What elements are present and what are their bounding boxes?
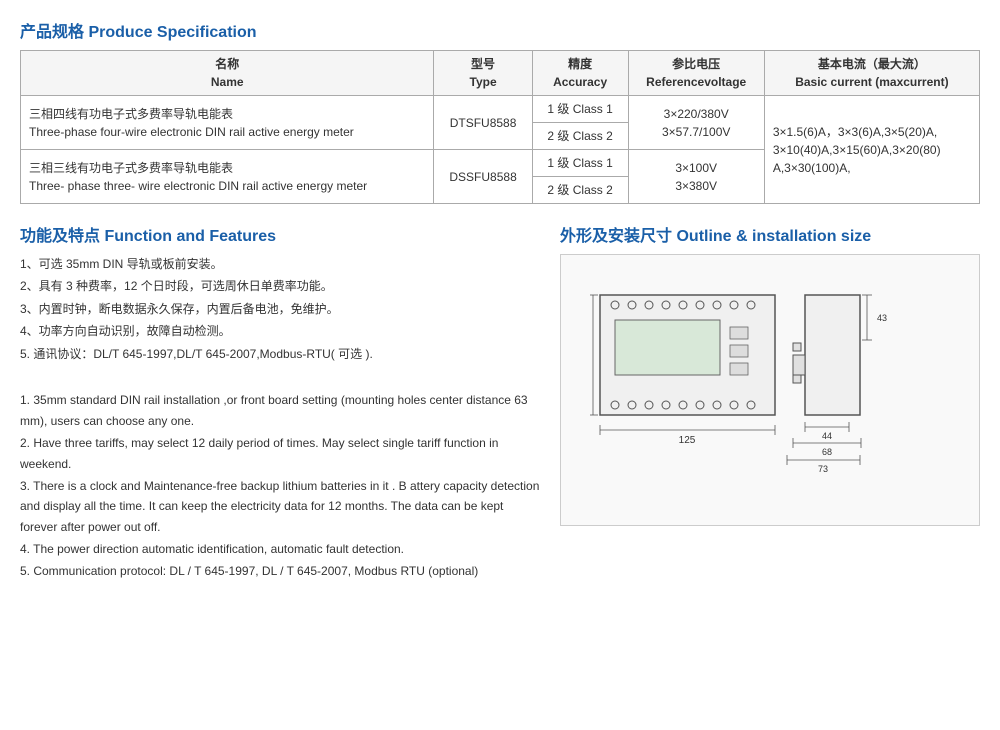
outline-diagram: 125 88 35: [560, 254, 980, 526]
svg-text:73: 73: [818, 464, 828, 474]
spec-title-en: Produce Specification: [88, 24, 256, 41]
bottom-section: 功能及特点 Function and Features 1、可选 35mm DI…: [20, 222, 980, 586]
voltage-2: 3×100V3×380V: [628, 150, 764, 204]
features-title: 功能及特点 Function and Features: [20, 222, 540, 246]
outline-col: 外形及安装尺寸 Outline & installation size: [560, 222, 980, 586]
accuracy-1a: 1 级 Class 1: [532, 96, 628, 123]
feature-en-1: 1. 35mm standard DIN rail installation ,…: [20, 390, 540, 431]
features-text: 1、可选 35mm DIN 导轨或板前安装。 2、具有 3 种费率，12 个日时…: [20, 254, 540, 582]
svg-text:125: 125: [679, 435, 696, 446]
outline-title: 外形及安装尺寸 Outline & installation size: [560, 222, 980, 246]
table-row: 三相四线有功电子式多费率导轨电能表 Three-phase four-wire …: [21, 96, 980, 123]
features-zh: 1、可选 35mm DIN 导轨或板前安装。 2、具有 3 种费率，12 个日时…: [20, 254, 540, 364]
model-1: DTSFU8588: [434, 96, 532, 150]
feature-zh-5: 5. 通讯协议：DL/T 645-1997,DL/T 645-2007,Modb…: [20, 344, 540, 364]
svg-text:88: 88: [590, 355, 592, 365]
feature-zh-3: 3、内置时钟，断电数据永久保存，内置后备电池，免维护。: [20, 299, 540, 319]
front-view: 125 88 35: [590, 295, 775, 446]
product-name-2: 三相三线有功电子式多费率导轨电能表 Three- phase three- wi…: [21, 150, 434, 204]
spec-title: 产品规格 Produce Specification: [20, 18, 980, 42]
feature-zh-4: 4、功率方向自动识别，故障自动检测。: [20, 321, 540, 341]
outline-title-en: Outline & installation size: [676, 228, 871, 245]
feature-zh-1: 1、可选 35mm DIN 导轨或板前安装。: [20, 254, 540, 274]
svg-text:68: 68: [822, 447, 832, 457]
accuracy-2b: 2 级 Class 2: [532, 177, 628, 204]
accuracy-2a: 1 级 Class 1: [532, 150, 628, 177]
voltage-1: 3×220/380V3×57.7/100V: [628, 96, 764, 150]
svg-text:44: 44: [822, 431, 832, 441]
svg-text:43: 43: [877, 313, 887, 323]
col-current-header: 基本电流（最大流） Basic current (maxcurrent): [764, 51, 979, 96]
features-en: 1. 35mm standard DIN rail installation ,…: [20, 390, 540, 582]
col-type-header: 型号 Type: [434, 51, 532, 96]
feature-en-5: 5. Communication protocol: DL / T 645-19…: [20, 561, 540, 581]
current-all: 3×1.5(6)A，3×3(6)A,3×5(20)A,3×10(40)A,3×1…: [764, 96, 979, 204]
outline-title-zh: 外形及安装尺寸: [560, 228, 672, 245]
col-name-header: 名称 Name: [21, 51, 434, 96]
spec-title-zh: 产品规格: [20, 24, 84, 41]
side-view: 43 44 68 73: [787, 295, 887, 474]
outline-svg: 125 88 35: [590, 265, 950, 515]
col-voltage-header: 参比电压 Referencevoltage: [628, 51, 764, 96]
model-2: DSSFU8588: [434, 150, 532, 204]
spec-table: 名称 Name 型号 Type 精度 Accuracy 参比电压 Referen…: [20, 50, 980, 204]
accuracy-1b: 2 级 Class 2: [532, 123, 628, 150]
table-header-row: 名称 Name 型号 Type 精度 Accuracy 参比电压 Referen…: [21, 51, 980, 96]
feature-en-4: 4. The power direction automatic identif…: [20, 539, 540, 559]
feature-zh-2: 2、具有 3 种费率，12 个日时段，可选周休日单费率功能。: [20, 276, 540, 296]
spec-section: 产品规格 Produce Specification 名称 Name 型号 Ty…: [20, 18, 980, 204]
product-name-1: 三相四线有功电子式多费率导轨电能表 Three-phase four-wire …: [21, 96, 434, 150]
feature-en-3: 3. There is a clock and Maintenance-free…: [20, 476, 540, 537]
col-accuracy-header: 精度 Accuracy: [532, 51, 628, 96]
features-col: 功能及特点 Function and Features 1、可选 35mm DI…: [20, 222, 540, 586]
features-title-en: Function and Features: [104, 228, 276, 245]
features-title-zh: 功能及特点: [20, 228, 100, 245]
feature-en-2: 2. Have three tariffs, may select 12 dai…: [20, 433, 540, 474]
